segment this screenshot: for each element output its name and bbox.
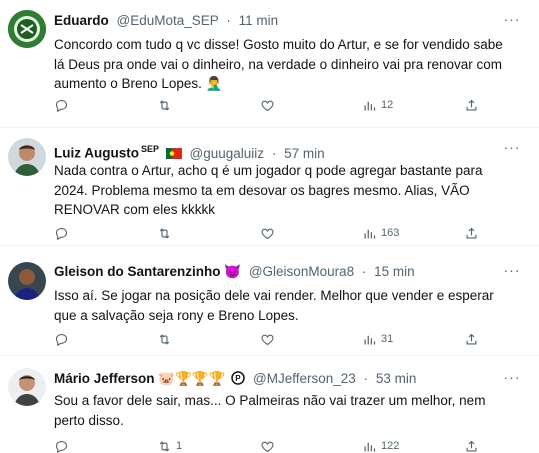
ppp-badge-icon: P [231,371,246,385]
dot-separator: · [363,371,369,386]
handle[interactable]: @EduMota_SEP [117,13,219,28]
retweet-count: 1 [176,440,183,452]
tweet[interactable]: Luiz Augusto SEP @guugaluiiz · 57 min ···… [0,128,539,246]
timestamp[interactable]: 11 min [239,13,279,28]
avatar[interactable] [8,10,46,48]
portugal-flag-icon [165,147,182,159]
tweet-header: Luiz Augusto SEP @guugaluiiz · 57 min [54,140,511,161]
bookmark-share-button[interactable] [464,437,479,453]
tweet-header: Eduardo @EduMota_SEP · 11 min [54,12,511,30]
views-count: 12 [381,99,394,111]
like-icon [261,100,274,111]
tweet-header: Gleison do Santarenzinho 😈 @GleisonMoura… [54,263,511,281]
views-icon [364,442,376,451]
svg-text:P: P [236,374,242,383]
bookmark-share-icon [466,440,477,451]
timestamp[interactable]: 57 min [284,146,325,161]
tweet[interactable]: Mário Jefferson 🐷🏆🏆🏆 P @MJefferson_23 · … [0,356,539,453]
retweet-button[interactable] [157,330,176,348]
views-icon [364,101,376,110]
like-button[interactable] [260,437,279,453]
retweet-icon [159,227,170,239]
views-button[interactable]: 31 [362,330,393,348]
timestamp[interactable]: 15 min [374,264,415,279]
like-icon [261,228,274,239]
display-name[interactable]: Mário Jefferson 🐷🏆🏆🏆 [54,371,226,386]
bookmark-share-icon [466,99,477,110]
bookmark-share-button[interactable] [464,224,479,242]
action-bar: 163 [54,224,514,242]
views-button[interactable]: 122 [362,437,399,453]
reply-icon [55,227,68,240]
bookmark-share-icon [466,333,477,344]
tweet[interactable]: Eduardo @EduMota_SEP · 11 min ··· Concor… [0,0,539,128]
more-icon[interactable]: ··· [503,140,521,158]
action-bar: 1 122 [54,437,514,453]
views-icon [364,229,376,238]
action-bar: 12 [54,96,514,114]
handle[interactable]: @MJefferson_23 [253,371,356,386]
dot-separator: · [271,145,277,161]
like-button[interactable] [260,330,279,348]
name-suffix: SEP [140,144,159,154]
bookmark-share-button[interactable] [464,96,479,114]
views-count: 122 [381,440,400,452]
reply-icon [55,99,68,112]
tweet-text: Isso aí. Se jogar na posição dele vai re… [54,288,494,323]
views-button[interactable]: 12 [362,96,393,114]
retweet-button[interactable] [157,224,176,242]
tweet-text: Sou a favor dele sair, mas... O Palmeira… [54,393,486,428]
avatar[interactable] [8,138,46,176]
views-count: 163 [381,227,400,239]
more-icon[interactable]: ··· [503,263,521,281]
views-icon [364,335,376,344]
reply-button[interactable] [54,224,73,242]
views-button[interactable]: 163 [362,224,399,242]
timestamp[interactable]: 53 min [376,371,417,386]
tweet-header: Mário Jefferson 🐷🏆🏆🏆 P @MJefferson_23 · … [54,370,511,388]
more-icon[interactable]: ··· [503,370,521,388]
display-name[interactable]: Eduardo [54,13,109,28]
like-button[interactable] [260,224,279,242]
like-icon [261,334,274,345]
reply-button[interactable] [54,330,73,348]
bookmark-share-icon [466,227,477,238]
views-count: 31 [381,333,394,345]
reply-button[interactable] [54,437,73,453]
retweet-icon [159,440,170,452]
dot-separator: · [361,264,367,279]
retweet-button[interactable]: 1 [157,437,182,453]
action-bar: 31 [54,330,514,348]
like-button[interactable] [260,96,279,114]
handle[interactable]: @guugaluiiz [190,146,265,161]
reply-button[interactable] [54,96,73,114]
handle[interactable]: @GleisonMoura8 [249,264,354,279]
avatar[interactable] [8,262,46,300]
retweet-icon [159,333,170,345]
dot-separator: · [226,13,231,28]
retweet-icon [159,99,170,111]
display-name[interactable]: Gleison do Santarenzinho 😈 [54,264,241,279]
tweet-text: Concordo com tudo q vc disse! Gosto muit… [54,37,503,91]
reply-icon [55,333,68,346]
bookmark-share-button[interactable] [464,330,479,348]
more-icon[interactable]: ··· [503,12,521,30]
tweet[interactable]: Gleison do Santarenzinho 😈 @GleisonMoura… [0,246,539,356]
tweet-text: Nada contra o Artur, acho q é um jogador… [54,163,483,217]
avatar[interactable] [8,368,46,406]
reply-icon [55,440,68,453]
like-icon [261,441,274,452]
display-name[interactable]: Luiz Augusto [54,146,139,161]
retweet-button[interactable] [157,96,176,114]
